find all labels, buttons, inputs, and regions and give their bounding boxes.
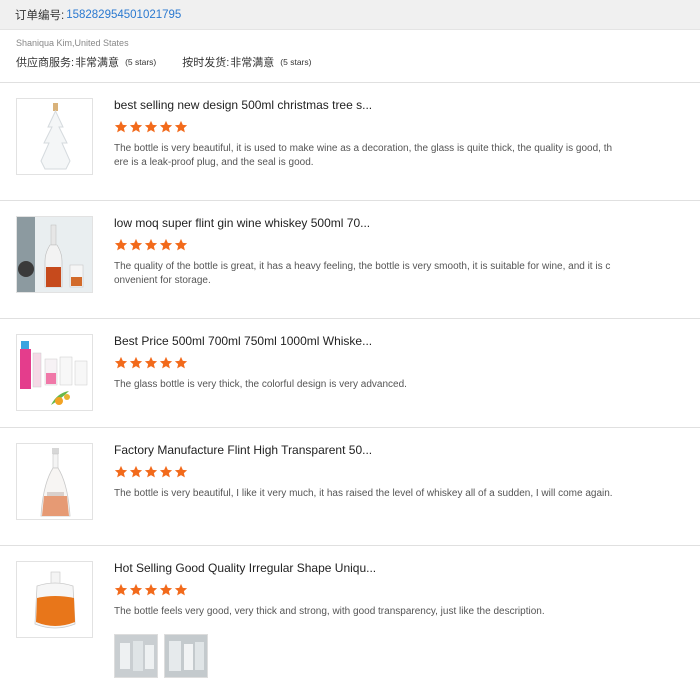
review-star-rating bbox=[114, 465, 189, 479]
star-icon bbox=[174, 356, 188, 369]
rating-on-time-delivery: 按时发货: 非常满意 (5 stars) bbox=[182, 54, 311, 70]
divider bbox=[0, 82, 700, 83]
star-icon bbox=[129, 120, 143, 133]
star-icon bbox=[159, 238, 173, 251]
rating-value: 非常满意 bbox=[75, 57, 120, 69]
rating-stars-text: (5 stars) bbox=[280, 57, 312, 67]
product-title-link[interactable]: Hot Selling Good Quality Irregular Shape… bbox=[114, 561, 376, 575]
review-star-rating bbox=[114, 120, 189, 134]
star-icon bbox=[174, 465, 188, 478]
review-item: Factory Manufacture Flint High Transpare… bbox=[16, 443, 686, 523]
review-text: The bottle is very beautiful, I like it … bbox=[114, 488, 613, 499]
star-icon bbox=[114, 238, 128, 251]
product-title-link[interactable]: Best Price 500ml 700ml 750ml 1000ml Whis… bbox=[114, 334, 372, 348]
review-text: The glass bottle is very thick, the colo… bbox=[114, 379, 407, 390]
product-title-link[interactable]: best selling new design 500ml christmas … bbox=[114, 98, 372, 112]
star-icon bbox=[114, 465, 128, 478]
review-item: low moq super flint gin wine whiskey 500… bbox=[16, 216, 686, 296]
review-text: The bottle feels very good, very thick a… bbox=[114, 606, 545, 617]
review-star-rating bbox=[114, 356, 189, 370]
divider bbox=[0, 545, 700, 546]
buyer-name: Shaniqua Kim,United States bbox=[16, 38, 129, 48]
product-title-link[interactable]: Factory Manufacture Flint High Transpare… bbox=[114, 443, 372, 457]
review-photo-image bbox=[165, 635, 207, 677]
star-icon bbox=[144, 465, 158, 478]
star-icon bbox=[114, 356, 128, 369]
star-icon bbox=[159, 356, 173, 369]
product-thumbnail[interactable] bbox=[16, 561, 93, 638]
star-icon bbox=[174, 583, 188, 596]
star-icon bbox=[144, 583, 158, 596]
review-star-rating bbox=[114, 583, 189, 597]
star-icon bbox=[114, 120, 128, 133]
star-icon bbox=[144, 356, 158, 369]
divider bbox=[0, 200, 700, 201]
review-item: Hot Selling Good Quality Irregular Shape… bbox=[16, 561, 686, 681]
review-photo[interactable] bbox=[164, 634, 208, 678]
flint-bottle-image bbox=[40, 448, 71, 517]
rating-value: 非常满意 bbox=[230, 57, 275, 69]
star-icon bbox=[144, 120, 158, 133]
colorful-bottles-image bbox=[20, 341, 88, 405]
supplier-ratings: 供应商服务: 非常满意 (5 stars) 按时发货: 非常满意 (5 star… bbox=[16, 54, 690, 70]
product-thumbnail[interactable] bbox=[16, 443, 93, 520]
gin-whiskey-bottle-image bbox=[17, 217, 92, 292]
star-icon bbox=[174, 120, 188, 133]
star-icon bbox=[159, 583, 173, 596]
divider bbox=[0, 427, 700, 428]
star-icon bbox=[159, 465, 173, 478]
review-star-rating bbox=[114, 238, 189, 252]
buyer-feedback: Shaniqua Kim,United States 供应商服务: 非常满意 (… bbox=[16, 38, 690, 70]
star-icon bbox=[129, 238, 143, 251]
order-header: 订单编号: 158282954501021795 bbox=[0, 0, 700, 30]
star-icon bbox=[129, 465, 143, 478]
review-photo[interactable] bbox=[114, 634, 158, 678]
star-icon bbox=[114, 583, 128, 596]
product-thumbnail[interactable] bbox=[16, 216, 93, 293]
rating-label: 供应商服务: bbox=[16, 57, 75, 69]
rating-supplier-service: 供应商服务: 非常满意 (5 stars) bbox=[16, 54, 156, 70]
product-thumbnail[interactable] bbox=[16, 98, 93, 175]
star-icon bbox=[144, 238, 158, 251]
star-icon bbox=[129, 583, 143, 596]
irregular-shape-bottle-image bbox=[34, 571, 76, 629]
order-number-label: 订单编号: bbox=[15, 9, 65, 22]
review-item: best selling new design 500ml christmas … bbox=[16, 98, 686, 178]
review-text: The quality of the bottle is great, it h… bbox=[114, 261, 611, 286]
star-icon bbox=[174, 238, 188, 251]
divider bbox=[0, 318, 700, 319]
product-thumbnail[interactable] bbox=[16, 334, 93, 411]
star-icon bbox=[159, 120, 173, 133]
rating-label: 按时发货: bbox=[182, 57, 230, 69]
christmas-tree-bottle-image bbox=[40, 103, 71, 170]
review-photo-image bbox=[115, 635, 157, 677]
product-title-link[interactable]: low moq super flint gin wine whiskey 500… bbox=[114, 216, 370, 230]
review-item: Best Price 500ml 700ml 750ml 1000ml Whis… bbox=[16, 334, 686, 414]
review-text: The bottle is very beautiful, it is used… bbox=[114, 143, 613, 168]
order-number-link[interactable]: 158282954501021795 bbox=[66, 9, 181, 21]
rating-stars-text: (5 stars) bbox=[125, 57, 157, 67]
star-icon bbox=[129, 356, 143, 369]
